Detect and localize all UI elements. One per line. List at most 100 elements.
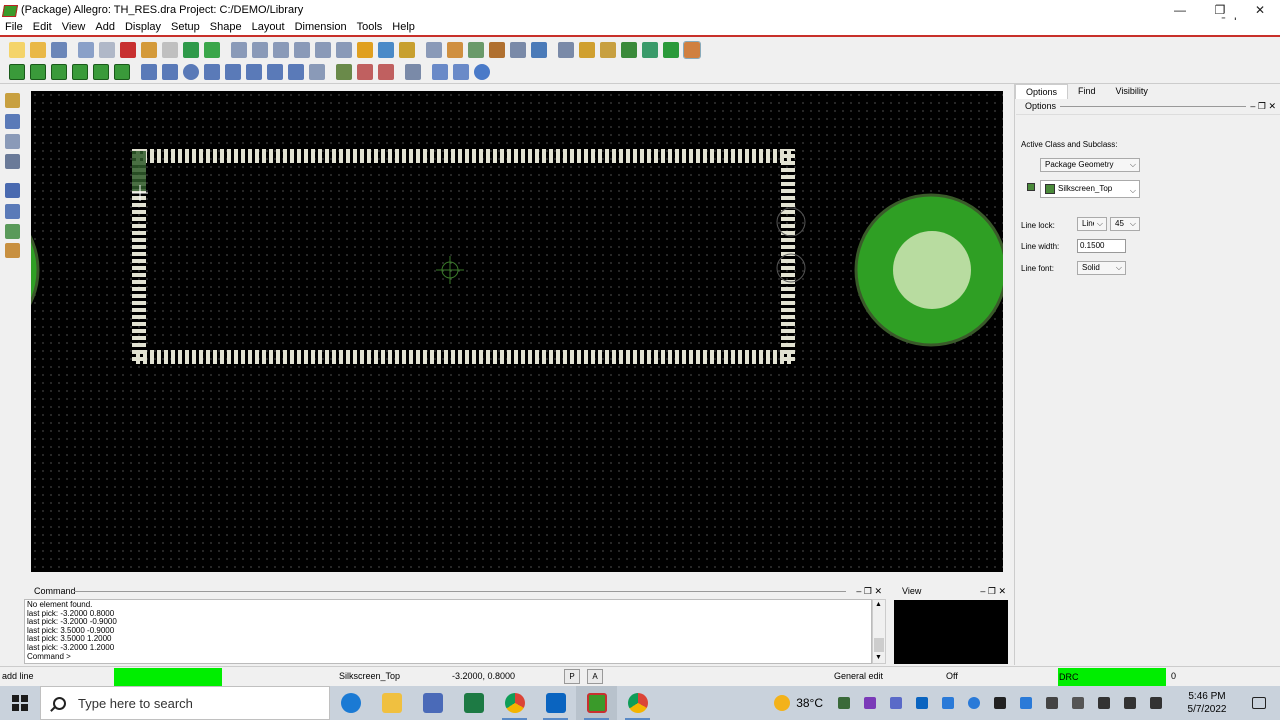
place-icon[interactable] — [5, 114, 20, 129]
menu-add[interactable]: Add — [90, 20, 120, 35]
pin-icon[interactable] — [182, 41, 199, 58]
reports-icon[interactable] — [452, 64, 469, 80]
line-lock-select[interactable]: Line ⌵ — [1077, 217, 1107, 231]
shape-add-icon[interactable] — [140, 64, 157, 80]
nvidia-icon[interactable] — [838, 697, 850, 709]
unpin-icon[interactable] — [203, 41, 220, 58]
ratsnest-icon[interactable] — [599, 41, 616, 58]
find-icon[interactable] — [578, 41, 595, 58]
panel-window-controls[interactable]: ‒ ❐ ✕ — [1250, 100, 1276, 113]
drc-indicator[interactable]: DRC — [1058, 668, 1166, 686]
edge-tray-icon[interactable] — [968, 697, 980, 709]
layer-mask-icon[interactable] — [71, 64, 88, 80]
zoom-previous-icon[interactable] — [335, 41, 352, 58]
void-icon[interactable] — [245, 64, 262, 80]
view-window-controls[interactable]: ‒ ❐ ✕ — [980, 584, 1006, 598]
outlook-tray-icon[interactable] — [916, 697, 928, 709]
subclass-color-swatch[interactable] — [1027, 183, 1035, 191]
globe-icon[interactable] — [641, 41, 658, 58]
dimension-icon[interactable] — [335, 64, 352, 80]
command-window-controls[interactable]: ‒ ❐ ✕ — [856, 584, 882, 598]
world-view[interactable] — [894, 600, 1008, 664]
taskbar-allegro[interactable] — [576, 686, 617, 720]
components-icon[interactable] — [5, 224, 20, 239]
menu-view[interactable]: View — [57, 20, 91, 35]
add-line-icon[interactable] — [682, 40, 701, 59]
menu-help[interactable]: Help — [387, 20, 420, 35]
dimension-linear-icon[interactable] — [356, 64, 373, 80]
start-button[interactable] — [0, 686, 40, 720]
menu-tools[interactable]: Tools — [352, 20, 388, 35]
zoom-world-icon[interactable] — [314, 41, 331, 58]
scroll-thumb[interactable] — [874, 638, 884, 652]
tab-find[interactable]: Find — [1068, 84, 1106, 99]
scroll-down-icon[interactable]: ▼ — [875, 654, 882, 661]
layer-assembly-icon[interactable] — [113, 64, 130, 80]
dimension-datum-icon[interactable] — [377, 64, 394, 80]
hourglass-icon[interactable] — [620, 41, 637, 58]
menu-edit[interactable]: Edit — [28, 20, 57, 35]
subclass-select[interactable]: Silkscreen_Top ⌵ — [1040, 180, 1140, 198]
layer-top-icon[interactable] — [8, 64, 25, 80]
shadow-icon[interactable] — [467, 41, 484, 58]
security-icon[interactable] — [994, 697, 1006, 709]
class-select[interactable]: Package Geometry ⌵ — [1040, 158, 1140, 172]
command-scrollbar[interactable]: ▲ ▼ — [872, 599, 886, 664]
layer-paste-icon[interactable] — [92, 64, 109, 80]
grid-icon[interactable] — [425, 41, 442, 58]
angle-select[interactable]: 45 ⌵ — [1110, 217, 1140, 231]
microphone-icon[interactable] — [1072, 697, 1084, 709]
taskbar-outlook[interactable] — [535, 686, 576, 720]
copy-icon[interactable] — [98, 41, 115, 58]
taskbar-chrome-2[interactable] — [617, 686, 658, 720]
merge-shapes-icon[interactable] — [224, 64, 241, 80]
help-icon[interactable] — [473, 64, 490, 80]
layer-bottom-icon[interactable] — [29, 64, 46, 80]
notifications-icon[interactable] — [1252, 697, 1266, 709]
3d-view-icon[interactable] — [377, 41, 394, 58]
shape-params-icon[interactable] — [308, 64, 325, 80]
weather-widget[interactable]: 38°C — [774, 695, 823, 711]
zoom-fit-icon[interactable] — [251, 41, 268, 58]
menu-file[interactable]: File — [0, 20, 28, 35]
taskbar-store[interactable] — [412, 686, 453, 720]
redo-icon[interactable] — [161, 41, 178, 58]
rectangle-icon[interactable] — [161, 64, 178, 80]
taskbar-search[interactable]: Type here to search — [40, 686, 330, 720]
onedrive-icon[interactable] — [942, 697, 954, 709]
battery-icon[interactable] — [1098, 697, 1110, 709]
pad-left[interactable] — [31, 195, 40, 345]
silkscreen-bottom-edge[interactable] — [134, 350, 794, 364]
undo-icon[interactable] — [140, 41, 157, 58]
menu-dimension[interactable]: Dimension — [290, 20, 352, 35]
stack-icon[interactable] — [488, 41, 505, 58]
wifi-icon[interactable] — [1124, 697, 1136, 709]
redraw-icon[interactable] — [356, 41, 373, 58]
bluetooth-icon[interactable] — [1020, 697, 1032, 709]
line-font-select[interactable]: Solid ⌵ — [1077, 261, 1126, 275]
save-icon[interactable] — [50, 41, 67, 58]
move-icon[interactable] — [77, 41, 94, 58]
delete-icon[interactable] — [119, 41, 136, 58]
text-icon[interactable] — [5, 154, 20, 169]
new-file-icon[interactable] — [8, 41, 25, 58]
fanout-icon[interactable] — [5, 134, 20, 149]
menu-setup[interactable]: Setup — [166, 20, 205, 35]
zoom-in-icon[interactable] — [272, 41, 289, 58]
silkscreen-top-edge[interactable] — [134, 149, 794, 163]
menu-shape[interactable]: Shape — [205, 20, 247, 35]
edit-icon[interactable] — [5, 243, 20, 258]
flip-icon[interactable] — [509, 41, 526, 58]
windows-icon[interactable] — [431, 64, 448, 80]
shape-edit-icon[interactable] — [266, 64, 283, 80]
pick-a-button[interactable]: A — [587, 669, 603, 684]
menu-layout[interactable]: Layout — [247, 20, 290, 35]
drc-icon[interactable] — [662, 41, 679, 58]
scroll-up-icon[interactable]: ▲ — [875, 601, 882, 608]
camera-icon[interactable] — [404, 64, 421, 80]
command-prompt[interactable]: Command > — [27, 652, 869, 662]
taskbar-file-explorer[interactable] — [371, 686, 412, 720]
line-width-input[interactable]: 0.1500 — [1077, 239, 1126, 253]
minimize-button[interactable]: — — [1160, 0, 1200, 20]
volume-icon[interactable] — [1150, 697, 1162, 709]
